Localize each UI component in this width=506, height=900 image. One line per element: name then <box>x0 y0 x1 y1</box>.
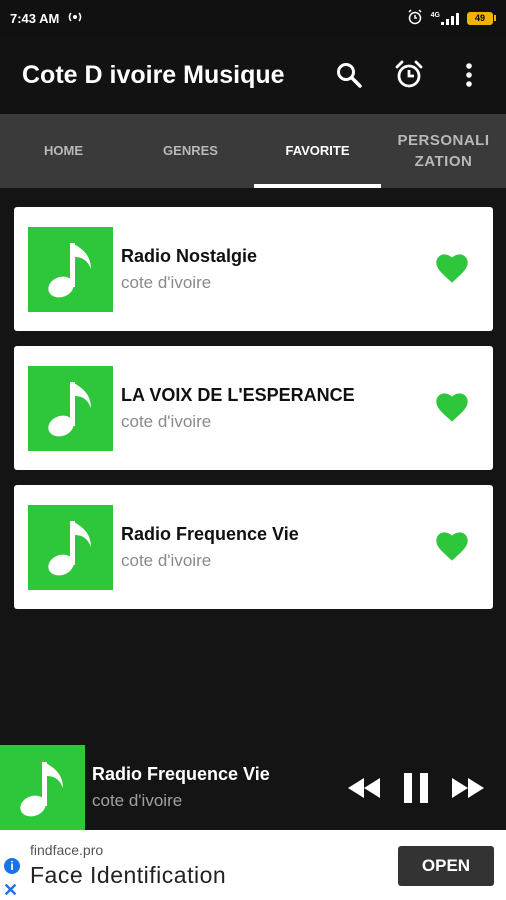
tab-genres[interactable]: GENRES <box>127 114 254 188</box>
ad-info-icon[interactable]: i <box>4 858 20 874</box>
station-thumbnail <box>28 226 113 312</box>
ad-close-icon[interactable]: ✕ <box>3 880 18 900</box>
station-thumbnail <box>28 365 113 451</box>
alarm-button[interactable] <box>392 58 426 92</box>
status-bar: 7:43 AM 4G 49 <box>0 0 506 36</box>
signal-icon: 4G <box>431 12 459 25</box>
player-text: Radio Frequence Vie cote d'ivoire <box>92 764 346 811</box>
app-title: Cote D ivoire Musique <box>22 60 285 89</box>
network-label: 4G <box>430 11 440 19</box>
music-note-icon <box>19 761 63 816</box>
tab-favorite[interactable]: FAVORITE <box>254 114 381 188</box>
list-item[interactable]: Radio Frequence Vie cote d'ivoire <box>14 485 493 609</box>
rewind-button[interactable] <box>346 776 382 800</box>
station-thumbnail <box>28 504 113 590</box>
more-vert-icon <box>466 63 472 87</box>
ad-title: Face Identification <box>30 862 227 888</box>
search-button[interactable] <box>332 58 366 92</box>
favorite-heart-icon[interactable] <box>435 532 469 562</box>
battery-level: 49 <box>467 11 493 25</box>
ad-banner[interactable]: i ✕ findface.pro Face Identification OPE… <box>0 830 506 900</box>
rewind-icon <box>348 777 380 798</box>
list-item[interactable]: LA VOIX DE L'ESPERANCE cote d'ivoire <box>14 346 493 470</box>
app-bar: Cote D ivoire Musique <box>0 36 506 114</box>
hotspot-icon <box>67 10 83 27</box>
ad-domain: findface.pro <box>30 842 104 858</box>
fast-forward-icon <box>452 777 484 798</box>
music-note-icon <box>47 382 91 437</box>
tab-home[interactable]: HOME <box>0 114 127 188</box>
more-options-button[interactable] <box>452 58 486 92</box>
app-actions <box>332 58 506 92</box>
status-left: 7:43 AM <box>10 10 83 27</box>
favorites-list: Radio Nostalgie cote d'ivoire LA VOIX DE… <box>14 207 493 624</box>
battery-icon: 49 <box>467 11 496 25</box>
music-note-icon <box>47 521 91 576</box>
list-item[interactable]: Radio Nostalgie cote d'ivoire <box>14 207 493 331</box>
favorite-heart-icon[interactable] <box>435 393 469 423</box>
search-icon <box>337 63 362 88</box>
player-thumbnail <box>0 745 85 830</box>
player-title: Radio Frequence Vie <box>92 764 270 784</box>
status-right: 4G 49 <box>407 8 496 28</box>
player-subtitle: cote d'ivoire <box>92 791 183 810</box>
fast-forward-button[interactable] <box>450 776 486 800</box>
ad-open-button[interactable]: OPEN <box>398 846 494 886</box>
tab-personalization[interactable]: PERSONALI ZATION <box>381 114 506 188</box>
mini-player[interactable]: Radio Frequence Vie cote d'ivoire <box>0 745 506 830</box>
tab-bar: HOME GENRES FAVORITE PERSONALI ZATION <box>0 114 506 188</box>
pause-button[interactable] <box>402 772 430 804</box>
alarm-status-icon <box>407 8 423 28</box>
favorite-heart-icon[interactable] <box>435 254 469 284</box>
alarm-clock-icon <box>395 60 423 88</box>
pause-icon <box>404 772 428 803</box>
music-note-icon <box>47 243 91 298</box>
status-time: 7:43 AM <box>10 10 60 26</box>
player-controls <box>346 772 506 804</box>
